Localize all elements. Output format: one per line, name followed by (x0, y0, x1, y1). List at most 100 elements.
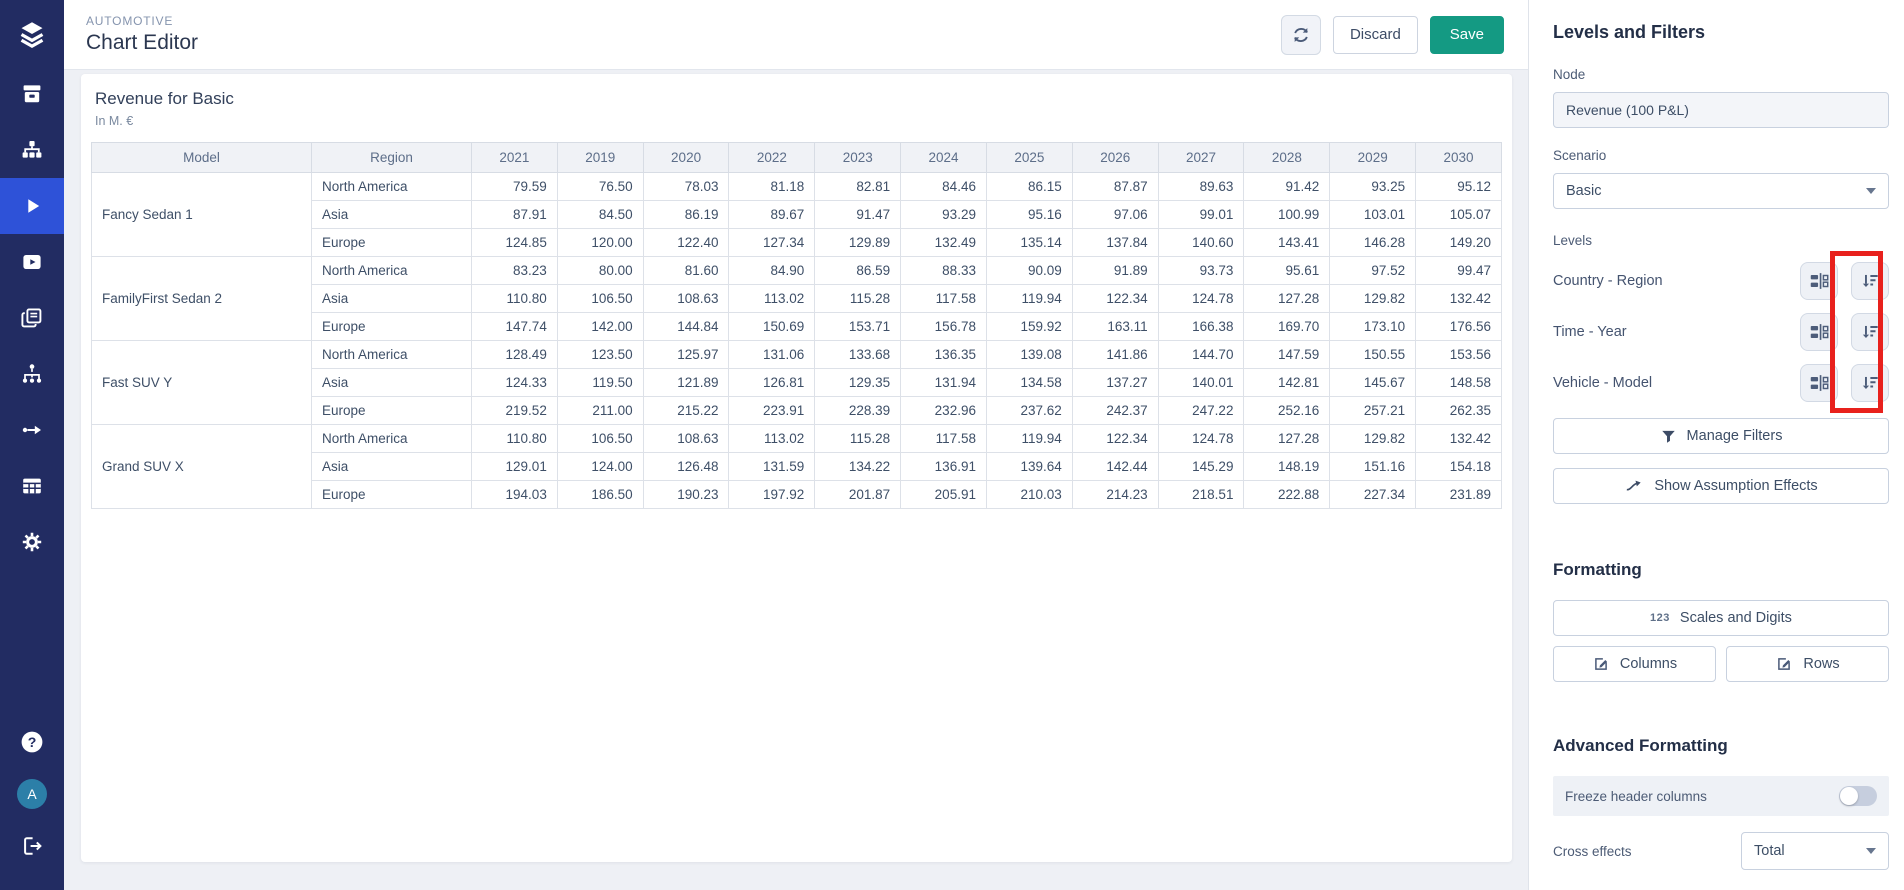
table-row: Grand SUV XNorth America110.80106.50108.… (92, 425, 1502, 453)
refresh-button[interactable] (1281, 15, 1321, 55)
value-cell: 127.34 (729, 229, 815, 257)
value-cell: 81.18 (729, 173, 815, 201)
value-cell: 132.42 (1416, 285, 1502, 313)
sidebar-item-account[interactable]: A (0, 768, 64, 820)
value-cell: 186.50 (557, 481, 643, 509)
column-header: 2026 (1072, 143, 1158, 173)
value-cell: 153.71 (815, 313, 901, 341)
value-cell: 153.56 (1416, 341, 1502, 369)
formatting-heading: Formatting (1553, 560, 1889, 580)
value-cell: 95.16 (986, 201, 1072, 229)
value-cell: 93.29 (901, 201, 987, 229)
column-header: 2030 (1416, 143, 1502, 173)
format-rows-button[interactable]: Rows (1726, 646, 1889, 682)
node-label: Node (1553, 67, 1889, 82)
chart-subtitle: In M. € (95, 114, 1502, 128)
value-cell: 252.16 (1244, 397, 1330, 425)
scales-and-digits-button[interactable]: 123 Scales and Digits (1553, 600, 1889, 636)
region-cell: Asia (312, 201, 472, 229)
value-cell: 86.19 (643, 201, 729, 229)
value-cell: 105.07 (1416, 201, 1502, 229)
value-cell: 173.10 (1330, 313, 1416, 341)
region-cell: Europe (312, 313, 472, 341)
table-row: Fast SUV YNorth America128.49123.50125.9… (92, 341, 1502, 369)
node-input[interactable] (1553, 92, 1889, 128)
cross-effects-select[interactable]: Total (1741, 832, 1889, 870)
level-sort-button[interactable] (1851, 364, 1889, 402)
value-cell: 113.02 (729, 425, 815, 453)
show-assumption-effects-button[interactable]: Show Assumption Effects (1553, 468, 1889, 504)
video-icon (20, 250, 44, 274)
sort-descending-icon (1859, 321, 1881, 343)
levels-list: Country - Region Time - Year (1553, 262, 1889, 402)
show-assumption-effects-label: Show Assumption Effects (1654, 478, 1817, 494)
freeze-header-columns-toggle[interactable] (1839, 786, 1877, 806)
region-cell: North America (312, 257, 472, 285)
value-cell: 97.52 (1330, 257, 1416, 285)
level-sort-button[interactable] (1851, 262, 1889, 300)
value-cell: 194.03 (472, 481, 558, 509)
value-cell: 106.50 (557, 285, 643, 313)
value-cell: 95.61 (1244, 257, 1330, 285)
value-cell: 148.19 (1244, 453, 1330, 481)
sidebar-item-network[interactable] (0, 346, 64, 402)
level-layout-button[interactable] (1800, 364, 1838, 402)
value-cell: 129.35 (815, 369, 901, 397)
level-layout-button[interactable] (1800, 262, 1838, 300)
value-cell: 146.28 (1330, 229, 1416, 257)
svg-text:?: ? (28, 734, 37, 750)
logout-icon (20, 834, 44, 858)
main-area: AUTOMOTIVE Chart Editor Discard Save (64, 0, 1528, 890)
sidebar-item-archive[interactable] (0, 66, 64, 122)
level-row: Country - Region (1553, 262, 1889, 300)
format-columns-button[interactable]: Columns (1553, 646, 1716, 682)
value-cell: 150.69 (729, 313, 815, 341)
sidebar-item-pages[interactable] (0, 290, 64, 346)
sidebar-item-settings[interactable] (0, 514, 64, 570)
sidebar-item-logout[interactable] (0, 820, 64, 872)
format-rows-label: Rows (1803, 656, 1839, 672)
scenario-select[interactable]: Basic (1553, 173, 1889, 209)
value-cell: 129.82 (1330, 425, 1416, 453)
level-sort-button[interactable] (1851, 313, 1889, 351)
level-layout-button[interactable] (1800, 313, 1838, 351)
value-cell: 144.84 (643, 313, 729, 341)
value-cell: 159.92 (986, 313, 1072, 341)
value-cell: 211.00 (557, 397, 643, 425)
value-cell: 108.63 (643, 285, 729, 313)
sidebar-item-chart-editor[interactable] (0, 178, 64, 234)
save-button[interactable]: Save (1430, 16, 1504, 54)
topbar-actions: Discard Save (1281, 15, 1504, 55)
value-cell: 115.28 (815, 425, 901, 453)
value-cell: 145.67 (1330, 369, 1416, 397)
value-cell: 122.40 (643, 229, 729, 257)
value-cell: 227.34 (1330, 481, 1416, 509)
value-cell: 145.29 (1158, 453, 1244, 481)
value-cell: 99.47 (1416, 257, 1502, 285)
manage-filters-button[interactable]: Manage Filters (1553, 418, 1889, 454)
sidebar-item-help[interactable]: ? (0, 716, 64, 768)
region-cell: Europe (312, 397, 472, 425)
value-cell: 163.11 (1072, 313, 1158, 341)
region-cell: North America (312, 425, 472, 453)
advanced-formatting-heading: Advanced Formatting (1553, 736, 1889, 756)
value-cell: 149.20 (1416, 229, 1502, 257)
sidebar-item-flow[interactable] (0, 402, 64, 458)
sidebar-item-video[interactable] (0, 234, 64, 290)
chart-title: Revenue for Basic (95, 89, 1502, 109)
value-cell: 232.96 (901, 397, 987, 425)
value-cell: 201.87 (815, 481, 901, 509)
value-cell: 89.63 (1158, 173, 1244, 201)
sidebar-item-hierarchy[interactable] (0, 122, 64, 178)
value-cell: 133.68 (815, 341, 901, 369)
app-logo (0, 8, 64, 60)
app: ? A AUTOMOTIVE Chart Editor (0, 0, 1904, 890)
value-cell: 137.84 (1072, 229, 1158, 257)
value-cell: 139.08 (986, 341, 1072, 369)
sidebar-item-table[interactable] (0, 458, 64, 514)
columns-rows-row: Columns Rows (1553, 646, 1889, 682)
value-cell: 129.82 (1330, 285, 1416, 313)
layers-icon (17, 19, 47, 49)
discard-button[interactable]: Discard (1333, 16, 1418, 54)
value-cell: 137.27 (1072, 369, 1158, 397)
